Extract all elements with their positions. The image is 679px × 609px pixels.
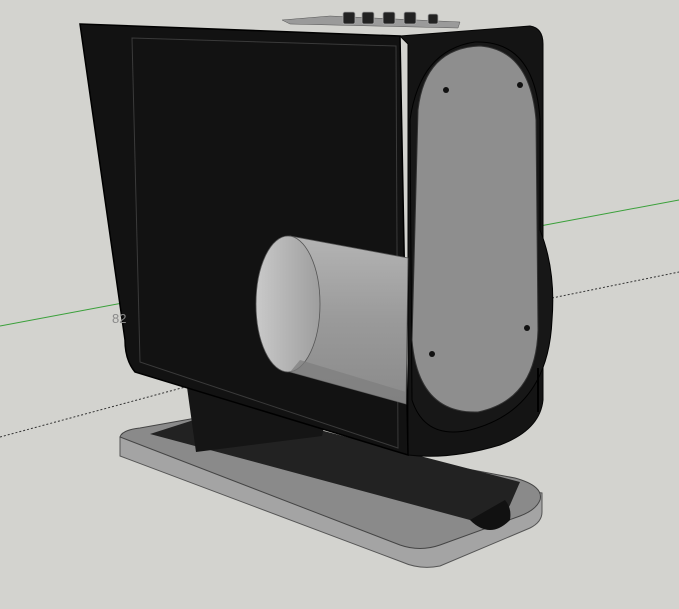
knob-2[interactable] xyxy=(361,11,375,25)
cylinder-cap xyxy=(255,235,321,373)
3d-viewport[interactable]: 82 xyxy=(0,0,679,609)
screw-bottom-right xyxy=(524,325,530,331)
dotted-axis-line-right xyxy=(551,271,679,299)
screw-top-right xyxy=(517,82,523,88)
model-scene[interactable] xyxy=(0,0,679,609)
dimension-label: 82 xyxy=(112,311,127,326)
knob-1[interactable] xyxy=(342,11,356,25)
knob-5[interactable] xyxy=(427,13,439,25)
screw-bottom-left xyxy=(429,351,435,357)
knob-4[interactable] xyxy=(403,11,417,25)
top-controls[interactable] xyxy=(281,11,461,29)
green-axis-line-left xyxy=(0,301,129,327)
side-plate[interactable] xyxy=(411,45,539,413)
knob-3[interactable] xyxy=(382,11,396,25)
green-axis-line-right xyxy=(539,199,679,227)
screw-top-left xyxy=(443,87,449,93)
